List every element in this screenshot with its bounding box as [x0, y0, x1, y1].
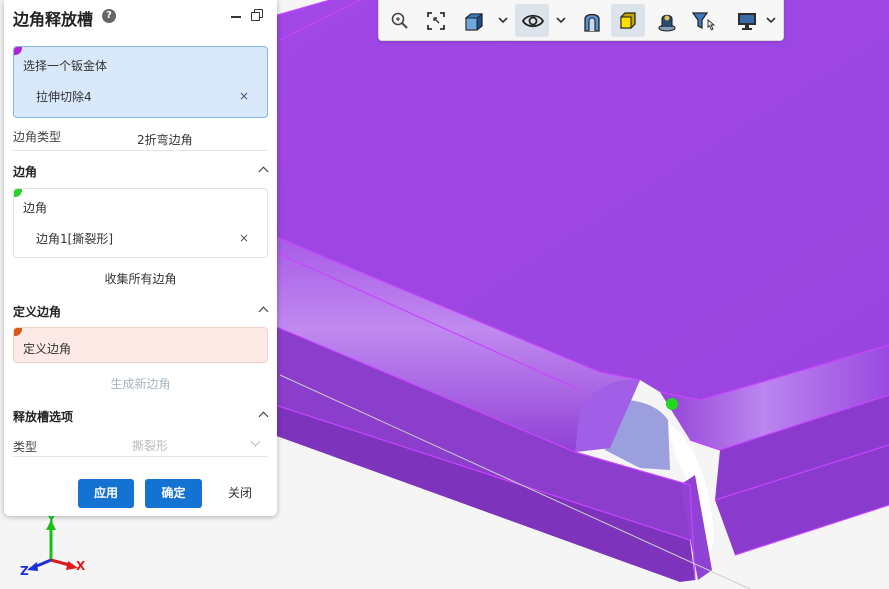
view-orientation-dropdown[interactable]	[497, 15, 509, 25]
visibility-dropdown[interactable]	[555, 15, 567, 25]
corner-type-label: 边角类型	[13, 130, 62, 144]
view-toolbar	[378, 0, 784, 41]
visibility-button[interactable]	[515, 4, 549, 37]
appearance-button[interactable]	[649, 4, 683, 37]
display-settings-icon	[738, 13, 756, 30]
display-settings-button[interactable]	[729, 4, 763, 37]
chevron-down-icon	[766, 17, 776, 24]
restore-window-icon[interactable]	[250, 8, 264, 22]
section-view-icon	[584, 13, 600, 32]
selection-filter-button[interactable]	[685, 4, 719, 37]
corner-selector[interactable]: 边角 边角1[撕裂形] ×	[13, 188, 268, 258]
minimize-icon[interactable]	[229, 8, 243, 22]
visibility-eye-icon	[522, 14, 544, 28]
shaded-display-icon	[620, 12, 636, 29]
panel-header: 边角释放槽 ?	[4, 0, 277, 32]
close-button[interactable]: 关闭	[216, 479, 264, 508]
zoom-fit-button[interactable]	[419, 4, 453, 37]
zoom-icon	[391, 12, 408, 29]
section-define-collapse-icon[interactable]	[258, 306, 269, 317]
corner-type-value[interactable]: 2折弯边角	[137, 131, 193, 148]
zoom-button[interactable]	[383, 4, 417, 37]
chevron-down-icon	[498, 17, 508, 24]
axis-x-label: X	[76, 559, 86, 573]
corner-vertex-point[interactable]	[666, 398, 678, 410]
relief-type-label: 类型	[13, 440, 38, 454]
define-corner-selector[interactable]: 定义边角	[13, 327, 268, 363]
section-corners-collapse-icon[interactable]	[258, 166, 269, 177]
corner-selector-label: 边角	[23, 201, 48, 215]
chevron-down-icon	[556, 17, 566, 24]
remove-body-icon[interactable]: ×	[239, 89, 249, 103]
selection-color-marker	[14, 328, 22, 336]
collect-all-corners-button[interactable]: 收集所有边角	[4, 270, 277, 287]
appearance-icon	[658, 14, 676, 32]
sheetmetal-body-label: 选择一个钣金体	[23, 59, 108, 73]
section-view-button[interactable]	[575, 4, 609, 37]
section-options-title: 释放槽选项	[13, 410, 74, 424]
corner-relief-panel: 边角释放槽 ? 选择一个钣金体 拉伸切除4 × 边角类型 2折弯边角 边角 边角…	[4, 0, 277, 516]
help-icon[interactable]: ?	[102, 9, 116, 23]
sheetmetal-body-selector[interactable]: 选择一个钣金体 拉伸切除4 ×	[13, 46, 268, 118]
generate-new-corner-button[interactable]: 生成新边角	[4, 375, 277, 392]
view-cube-icon	[464, 13, 484, 31]
remove-corner-icon[interactable]: ×	[239, 231, 249, 245]
selection-color-marker	[14, 189, 22, 197]
section-define-title: 定义边角	[13, 305, 62, 319]
define-corner-label: 定义边角	[23, 342, 72, 356]
view-orientation-button[interactable]	[456, 4, 490, 37]
apply-button[interactable]: 应用	[78, 479, 134, 508]
divider	[13, 150, 268, 151]
panel-title: 边角释放槽	[13, 10, 94, 29]
shaded-display-button[interactable]	[611, 4, 645, 37]
zoom-fit-icon	[427, 12, 445, 30]
selected-body-item[interactable]: 拉伸切除4	[36, 88, 92, 105]
divider	[13, 456, 268, 457]
axis-z-label: Z	[20, 564, 29, 578]
relief-type-select[interactable]: 撕裂形	[132, 437, 168, 454]
selected-corner-item[interactable]: 边角1[撕裂形]	[36, 230, 113, 247]
section-corners-title: 边角	[13, 165, 38, 179]
display-settings-dropdown[interactable]	[765, 15, 777, 25]
selection-color-marker	[14, 47, 22, 55]
ok-button[interactable]: 确定	[145, 479, 202, 508]
section-options-collapse-icon[interactable]	[258, 411, 269, 422]
selection-filter-icon	[692, 12, 716, 31]
chevron-down-icon[interactable]	[250, 436, 261, 447]
